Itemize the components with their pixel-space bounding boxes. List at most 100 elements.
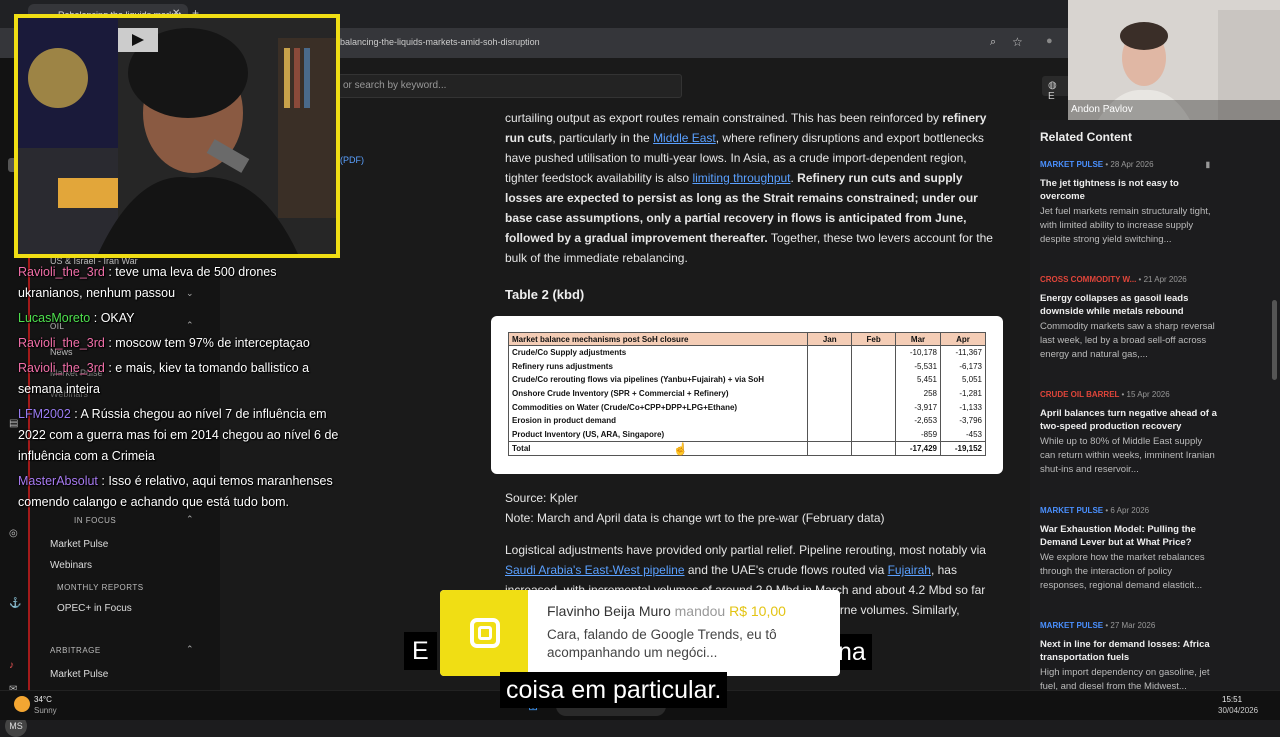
donation-alert: Flavinho Beija Muro mandou R$ 10,00 Cara… [440,590,840,676]
table-cell: -19,152 [940,440,986,456]
table-cell: -3,917 [895,400,942,414]
table-cell: -11,367 [940,345,986,360]
table-cell [851,413,897,428]
card-category[interactable]: CRUDE OIL BARREL [1040,390,1119,399]
table-cell: -17,429 [895,440,942,456]
weather-temp: 34°C [34,695,52,704]
card-desc: We explore how the market rebalances thr… [1040,552,1205,591]
globe-icon: ◍ [1048,80,1057,91]
section-in-focus[interactable]: IN FOCUS [74,516,116,525]
donor-name: Flavinho Beija Muro [547,603,671,619]
related-card[interactable]: MARKET PULSE • 28 Apr 2026 ▮ The jet tigh… [1040,160,1218,247]
scrollbar[interactable] [1272,300,1277,380]
link-east-west-pipeline[interactable]: Saudi Arabia's East-West pipeline [505,563,685,577]
article-text: , particularly in the [552,131,654,145]
donation-amount: R$ 10,00 [729,603,786,619]
weather-sun-icon [14,696,30,712]
nav-item-market-pulse[interactable]: Market Pulse [50,539,108,550]
table-cell [851,386,897,401]
pdf-badge[interactable]: (PDF) [340,155,364,165]
card-desc: High import dependency on gasoline, jet … [1040,667,1210,690]
table-cell: Erosion in product demand [507,413,809,428]
table-cell: Product Inventory (US, ARA, Singapore) [507,427,809,442]
table-title: Table 2 (kbd) [505,287,585,302]
card-desc: Commodity markets saw a sharp reversal l… [1040,321,1215,360]
table-cell: -859 [895,427,942,442]
note-text: Note: March and April data is change wrt… [505,511,885,525]
chevron-up-icon[interactable]: ⌃ [186,644,194,655]
table-row: Crude/Co Supply adjustments -10,178 -11,36… [507,345,986,360]
chevron-up-icon[interactable]: ⌃ [186,514,194,525]
chat-username: LucasMoreto [18,311,91,325]
link-middle-east[interactable]: Middle East [653,131,716,145]
card-date: 27 Mar 2026 [1110,621,1156,630]
bookmark-star-icon[interactable]: ☆ [1012,35,1023,49]
table-cell [807,400,853,414]
card-title[interactable]: War Exhaustion Model: Pulling the Demand… [1040,523,1218,549]
table-cell: -2,653 [895,413,942,428]
chat-overlay: Ravioli_the_3rd : teve uma leva de 500 d… [18,262,340,513]
table-cell: -1,281 [940,386,986,401]
article-body: curtailing output as export routes remai… [505,108,995,268]
zoom-icon[interactable]: ⌕ [990,36,996,49]
extension-icon[interactable]: ● [1046,35,1053,47]
donation-logo-icon [440,590,528,676]
table-cell [851,372,897,387]
table-cell: Total [507,440,809,456]
chat-message: Ravioli_the_3rd : teve uma leva de 500 d… [18,265,277,300]
table-cell: Refinery runs adjustments [507,359,809,373]
chat-username: LFM2002 [18,407,71,421]
chat-message: Ravioli_the_3rd : e mais, kiev ta tomand… [18,361,310,396]
related-card[interactable]: MARKET PULSE • 27 Mar 2026 Next in line … [1040,621,1218,690]
card-title[interactable]: Next in line for demand losses: Africa t… [1040,638,1218,664]
card-category[interactable]: MARKET PULSE [1040,621,1103,630]
search-input[interactable]: or search by keyword... [338,74,682,98]
card-title[interactable]: The jet tightness is not easy to overcom… [1040,177,1218,203]
related-card[interactable]: CROSS COMMODITY W... • 21 Apr 2026 Energ… [1040,275,1218,362]
notification-bell-icon[interactable]: ♪ [9,660,14,671]
table-card: Market balance mechanisms post SoH closu… [491,316,1003,474]
nav-item-arbitrage-market-pulse[interactable]: Market Pulse [50,669,108,680]
table-cell: -6,173 [940,359,986,373]
webcam-image [18,18,336,254]
nav-item-webinars[interactable]: Webinars [50,560,92,571]
url-text[interactable]: balancing-the-liquids-markets-amid-soh-d… [340,37,540,47]
weather-label: Sunny [34,706,57,715]
related-heading: Related Content [1040,130,1133,144]
table-row: Crude/Co rerouting flows via pipelines (… [507,372,986,387]
table-header: Feb [851,332,897,346]
bookmark-icon[interactable]: ▮ [1206,160,1210,169]
chat-message: MasterAbsolut : Isso é relativo, aqui te… [18,474,333,509]
link-limiting-throughput[interactable]: limiting throughput [692,171,790,185]
table-cell: -10,178 [895,345,942,360]
kpler-table: Market balance mechanisms post SoH closu… [507,332,986,456]
table-cell [851,359,897,373]
subtitle-fragment: E [404,632,437,670]
nav-item-opec[interactable]: OPEC+ in Focus [57,603,132,614]
card-category[interactable]: CROSS COMMODITY W... [1040,275,1136,284]
chat-username: MasterAbsolut [18,474,98,488]
guest-name: Andon Pavlov [1071,104,1133,115]
card-category[interactable]: MARKET PULSE [1040,160,1103,169]
table-cell [807,440,853,456]
card-title[interactable]: Energy collapses as gasoil leads downsid… [1040,292,1218,318]
table-header: Mar [895,332,942,346]
related-card[interactable]: MARKET PULSE • 6 Apr 2026 War Exhaustion… [1040,506,1218,593]
section-arbitrage[interactable]: ARBITRAGE [50,646,101,655]
table-row: Onshore Crude Inventory (SPR + Commercia… [507,386,986,401]
related-card[interactable]: CRUDE OIL BARREL • 15 Apr 2026 April bal… [1040,390,1218,477]
table-cell: 258 [895,386,942,401]
chat-text: moscow tem 97% de interceptaçao [115,336,310,350]
card-category[interactable]: MARKET PULSE [1040,506,1103,515]
link-fujairah[interactable]: Fujairah [888,563,931,577]
nav-ship-icon[interactable]: ⚓ [9,598,21,609]
table-cell: 5,051 [940,372,986,387]
table-cell: 5,451 [895,372,942,387]
streamer-webcam [14,14,340,258]
table-row: Refinery runs adjustments -5,531 -6,173 [507,359,986,373]
card-desc: Jet fuel markets remain structurally tig… [1040,206,1211,245]
card-title[interactable]: April balances turn negative ahead of a … [1040,407,1218,433]
nav-globe-icon[interactable]: ◎ [9,528,18,539]
table-source: Source: Kpler Note: March and April data… [505,488,885,528]
subtitle: coisa em particular. [500,672,728,708]
